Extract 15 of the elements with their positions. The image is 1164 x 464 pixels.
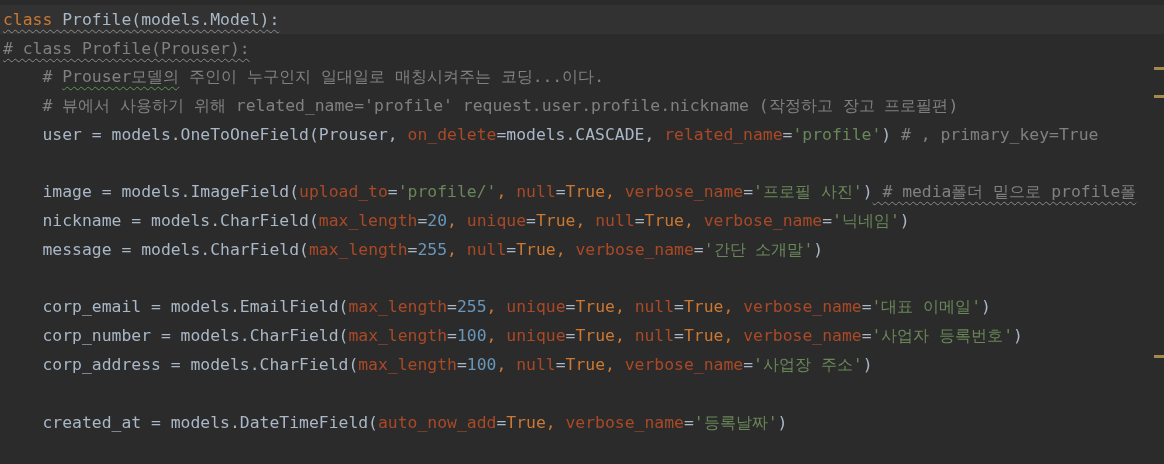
warning-stripe-icon[interactable] [1154, 354, 1164, 358]
warning-stripe-icon[interactable] [1154, 95, 1164, 99]
code-line: class Profile(models.Model): [2, 9, 280, 29]
code-line: nickname = models.CharField(max_length=20, unique=True, null=True, verbose_name='닉네임') [41, 209, 910, 232]
code-line: created_at = models.DateTimeField(auto_now_add=True, verbose_name='등록날짜') [41, 411, 788, 434]
code-line: corp_number = models.CharField(max_length=100, unique=True, null=True, verbose_name='사업자 등록번호') [41, 325, 1023, 348]
code-line: # 뷰에서 사용하기 위해 related_name='profile' request.user.profile.nickname (작정하고 장고 프로필편) [41, 94, 959, 117]
code-line: image = models.ImageField(upload_to='profile/', null=True, verbose_name='프로필 사진') # media폴더 밑으로 profile폴 [41, 181, 1137, 204]
code-line: # Prouser모델의 주인이 누구인지 일대일로 매칭시켜주는 코딩...이다. [41, 66, 605, 88]
code-line: # class Profile(Prouser): [2, 38, 250, 58]
code-line: user = models.OneToOneField(Prouser, on_delete=models.CASCADE, related_name='profile') # , primary_key=True [41, 125, 1099, 145]
warning-stripe-icon[interactable] [1154, 66, 1164, 70]
code-line: corp_address = models.CharField(max_length=100, null=True, verbose_name='사업장 주소') [41, 353, 873, 376]
code-line: message = models.CharField(max_length=255, null=True, verbose_name='간단 소개말') [41, 238, 824, 261]
code-line: corp_email = models.EmailField(max_length=255, unique=True, null=True, verbose_name='대표 이메일') [41, 296, 991, 319]
